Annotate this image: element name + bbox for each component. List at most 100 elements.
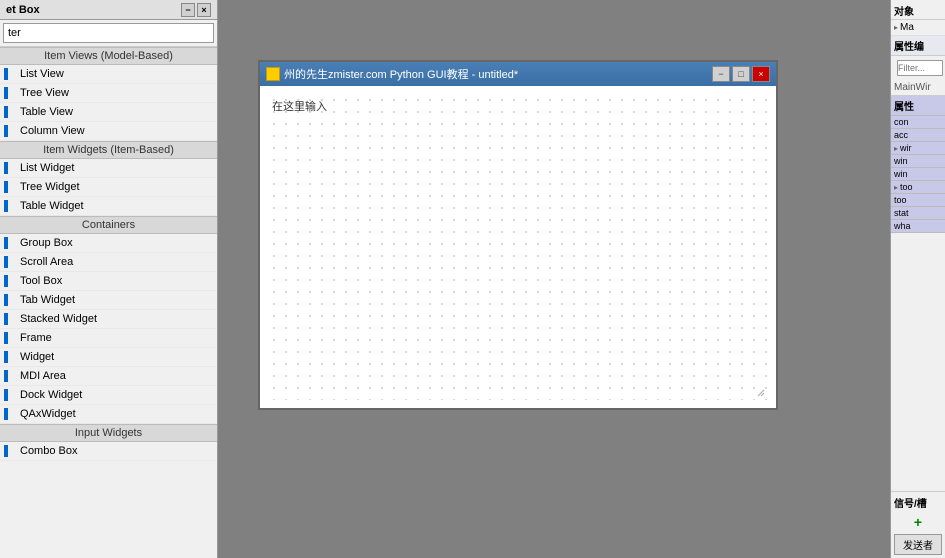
sidebar-item-tree-widget[interactable]: Tree Widget bbox=[0, 178, 217, 197]
sidebar-item-table-widget[interactable]: Table Widget bbox=[0, 197, 217, 216]
column-view-icon bbox=[4, 125, 8, 137]
tool-box-label: Tool Box bbox=[20, 275, 62, 287]
property-row-wha[interactable]: wha bbox=[891, 220, 945, 233]
message-section: 信号/槽 + 发送者 bbox=[891, 491, 945, 558]
section-item-views: Item Views (Model-Based) bbox=[0, 47, 217, 65]
panel-titlebar: et Box − × bbox=[0, 0, 217, 20]
sidebar-item-list-widget[interactable]: List Widget bbox=[0, 159, 217, 178]
sidebar-item-frame[interactable]: Frame bbox=[0, 329, 217, 348]
list-widget-label: List Widget bbox=[20, 162, 74, 174]
panel-close-btn[interactable]: × bbox=[197, 3, 211, 17]
table-view-label: Table View bbox=[20, 106, 73, 118]
sidebar-item-combo-box[interactable]: Combo Box bbox=[0, 442, 217, 461]
property-row-acc[interactable]: acc bbox=[891, 129, 945, 142]
group-box-label: Group Box bbox=[20, 237, 73, 249]
section-containers: Containers bbox=[0, 216, 217, 234]
frame-label: Frame bbox=[20, 332, 52, 344]
sidebar-item-column-view[interactable]: Column View bbox=[0, 122, 217, 141]
too1-expand-arrow: ▸ bbox=[894, 183, 898, 192]
property-filter-input[interactable] bbox=[897, 60, 943, 76]
send-button[interactable]: 发送者 bbox=[894, 534, 942, 555]
sidebar-item-mdi-area[interactable]: MDI Area bbox=[0, 367, 217, 386]
table-widget-label: Table Widget bbox=[20, 200, 84, 212]
sidebar-item-scroll-area[interactable]: Scroll Area bbox=[0, 253, 217, 272]
tree-widget-label: Tree Widget bbox=[20, 181, 80, 193]
stacked-widget-label: Stacked Widget bbox=[20, 313, 97, 325]
filter-row bbox=[891, 56, 945, 80]
scroll-area-icon bbox=[4, 256, 8, 268]
widget-label: Widget bbox=[20, 351, 54, 363]
column-view-label: Column View bbox=[20, 125, 85, 137]
window-close-btn[interactable]: × bbox=[752, 66, 770, 82]
combo-box-label: Combo Box bbox=[20, 445, 77, 457]
sidebar-item-widget[interactable]: Widget bbox=[0, 348, 217, 367]
resize-handle-icon[interactable] bbox=[756, 388, 766, 398]
property-editor-label: 属性编 bbox=[894, 42, 924, 53]
table-view-icon bbox=[4, 106, 8, 118]
class-label: MainWir bbox=[891, 80, 945, 96]
window-content[interactable]: 在这里输入 bbox=[260, 86, 776, 408]
frame-icon bbox=[4, 332, 8, 344]
tree-widget-icon bbox=[4, 181, 8, 193]
widget-box-panel: et Box − × Item Views (Model-Based) List… bbox=[0, 0, 218, 558]
plus-icon-row: + bbox=[894, 514, 942, 530]
sidebar-item-qax-widget[interactable]: QAxWidget bbox=[0, 405, 217, 424]
window-max-btn[interactable]: □ bbox=[732, 66, 750, 82]
object-label: 对象 bbox=[894, 7, 914, 18]
property-title: 属性 bbox=[891, 96, 945, 116]
add-signal-icon[interactable]: + bbox=[914, 514, 922, 530]
sidebar-item-list-view[interactable]: List View bbox=[0, 65, 217, 84]
property-row-too1[interactable]: ▸ too bbox=[891, 181, 945, 194]
dock-widget-icon bbox=[4, 389, 8, 401]
search-input[interactable] bbox=[3, 23, 214, 43]
property-row-con[interactable]: con bbox=[891, 116, 945, 129]
mdi-area-icon bbox=[4, 370, 8, 382]
widget-icon bbox=[4, 351, 8, 363]
window-titlebar: 州的先生zmister.com Python GUI教程 - untitled*… bbox=[260, 62, 776, 86]
sidebar-item-tab-widget[interactable]: Tab Widget bbox=[0, 291, 217, 310]
sidebar-item-table-view[interactable]: Table View bbox=[0, 103, 217, 122]
wir-expand-arrow: ▸ bbox=[894, 144, 898, 153]
sidebar-item-group-box[interactable]: Group Box bbox=[0, 234, 217, 253]
panel-title: et Box bbox=[6, 4, 40, 16]
tool-box-icon bbox=[4, 275, 8, 287]
window-title-text: 州的先生zmister.com Python GUI教程 - untitled* bbox=[284, 66, 518, 82]
section-input-widgets: Input Widgets bbox=[0, 424, 217, 442]
property-row-win1[interactable]: win bbox=[891, 155, 945, 168]
qax-widget-icon bbox=[4, 408, 8, 420]
tab-widget-label: Tab Widget bbox=[20, 294, 75, 306]
mdi-area-label: MDI Area bbox=[20, 370, 66, 382]
combo-box-icon bbox=[4, 445, 8, 457]
sidebar-item-tree-view[interactable]: Tree View bbox=[0, 84, 217, 103]
dotted-canvas[interactable]: 在这里输入 bbox=[268, 94, 768, 400]
input-hint-text: 在这里输入 bbox=[272, 98, 327, 114]
sidebar-item-tool-box[interactable]: Tool Box bbox=[0, 272, 217, 291]
design-canvas[interactable]: 州的先生zmister.com Python GUI教程 - untitled*… bbox=[218, 0, 890, 558]
send-label: 发送者 bbox=[903, 537, 933, 552]
right-panel: 对象 ▸ Ma 属性编 MainWir 属性 con acc ▸ wir win… bbox=[890, 0, 945, 558]
tree-view-label: Tree View bbox=[20, 87, 69, 99]
property-row-win2[interactable]: win bbox=[891, 168, 945, 181]
property-row-wir[interactable]: ▸ wir bbox=[891, 142, 945, 155]
property-row-too2[interactable]: too bbox=[891, 194, 945, 207]
window-min-btn[interactable]: − bbox=[712, 66, 730, 82]
stacked-widget-icon bbox=[4, 313, 8, 325]
search-box bbox=[0, 20, 217, 47]
mainwin-value: Ma bbox=[900, 22, 914, 33]
list-widget-icon bbox=[4, 162, 8, 174]
property-row-stat[interactable]: stat bbox=[891, 207, 945, 220]
table-widget-icon bbox=[4, 200, 8, 212]
scroll-area-label: Scroll Area bbox=[20, 256, 73, 268]
expand-arrow-icon: ▸ bbox=[894, 23, 898, 32]
section-item-widgets: Item Widgets (Item-Based) bbox=[0, 141, 217, 159]
panel-min-btn[interactable]: − bbox=[181, 3, 195, 17]
sidebar-item-dock-widget[interactable]: Dock Widget bbox=[0, 386, 217, 405]
property-title-label: 属性 bbox=[894, 102, 914, 113]
object-section-header: 对象 bbox=[891, 0, 945, 20]
property-editor-header: 属性编 bbox=[891, 36, 945, 56]
class-name: MainWir bbox=[894, 82, 931, 93]
window-app-icon bbox=[266, 67, 280, 81]
sidebar-item-stacked-widget[interactable]: Stacked Widget bbox=[0, 310, 217, 329]
message-label: 信号/槽 bbox=[894, 495, 942, 510]
qax-widget-label: QAxWidget bbox=[20, 408, 76, 420]
